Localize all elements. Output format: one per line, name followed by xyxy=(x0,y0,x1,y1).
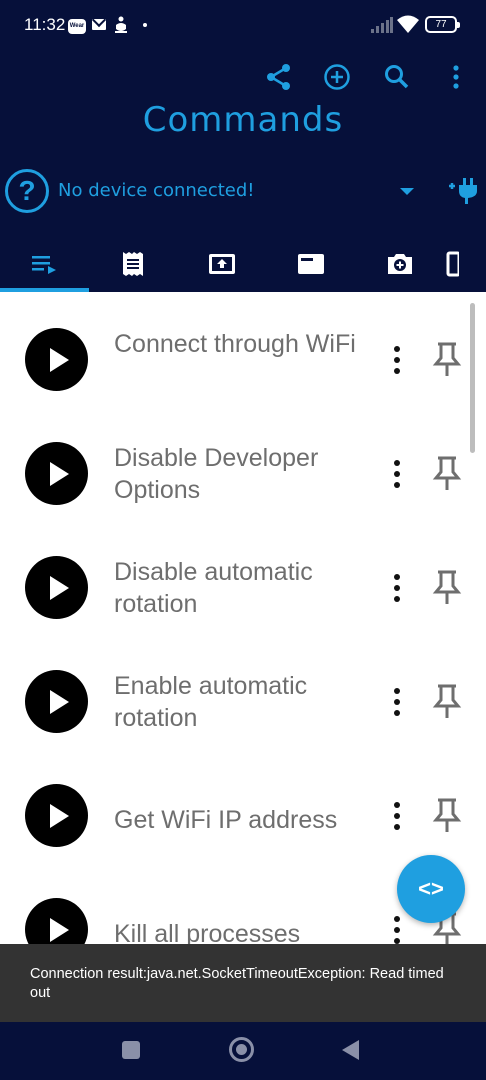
pin-icon[interactable] xyxy=(432,796,462,836)
pin-icon[interactable] xyxy=(432,340,462,380)
tab-logs[interactable] xyxy=(89,236,177,292)
upload-box-icon xyxy=(209,254,235,274)
share-button[interactable] xyxy=(260,58,298,96)
overflow-menu-button[interactable] xyxy=(437,58,475,96)
play-button[interactable] xyxy=(25,670,88,733)
tab-commands[interactable] xyxy=(0,236,88,292)
dropdown-icon xyxy=(400,188,414,195)
code-fab-button[interactable]: <> xyxy=(397,855,465,923)
add-circle-icon xyxy=(324,64,350,90)
tab-frame[interactable] xyxy=(445,236,486,292)
command-label: Get WiFi IP address xyxy=(114,806,338,834)
scrollbar[interactable] xyxy=(470,303,475,453)
command-label: Kill all processes xyxy=(114,920,301,944)
pin-icon[interactable] xyxy=(432,454,462,494)
receipt-icon xyxy=(123,252,143,276)
page-title: Commands xyxy=(142,100,344,140)
home-icon[interactable] xyxy=(229,1037,254,1062)
status-bar: 11:32 Wear 77 xyxy=(0,0,486,50)
command-label: Connect through WiFi xyxy=(114,330,356,358)
list-item[interactable]: Get WiFi IP address xyxy=(0,748,486,862)
list-item[interactable]: Disable Developer Options xyxy=(0,406,486,520)
list-item[interactable]: Disable automatic rotation xyxy=(0,520,486,634)
command-label: Disable Developer Options xyxy=(114,444,319,504)
play-button[interactable] xyxy=(25,784,88,847)
dot-icon xyxy=(143,23,147,27)
command-label: Disable automatic rotation xyxy=(114,558,313,618)
device-status: No device connected! xyxy=(58,180,255,201)
more-vert-icon[interactable] xyxy=(386,454,408,494)
device-dropdown[interactable] xyxy=(396,182,418,200)
more-vert-icon xyxy=(453,65,459,89)
command-label: Enable automatic rotation xyxy=(114,672,308,732)
tab-upload[interactable] xyxy=(178,236,266,292)
more-vert-icon[interactable] xyxy=(386,796,408,836)
more-vert-icon[interactable] xyxy=(386,910,408,944)
pin-icon[interactable] xyxy=(432,568,462,608)
tab-screenshot[interactable] xyxy=(356,236,444,292)
tab-window[interactable] xyxy=(267,236,355,292)
recents-icon[interactable] xyxy=(122,1041,140,1059)
search-button[interactable] xyxy=(378,58,416,96)
wear-icon: Wear xyxy=(68,19,86,34)
play-button[interactable] xyxy=(25,328,88,391)
tab-bar xyxy=(0,236,486,292)
system-nav-bar xyxy=(0,1022,486,1080)
add-command-button[interactable] xyxy=(318,58,356,96)
status-time: 11:32 xyxy=(24,15,66,34)
robot-icon xyxy=(114,16,128,34)
frame-icon xyxy=(446,251,459,277)
play-button[interactable] xyxy=(25,442,88,505)
more-vert-icon[interactable] xyxy=(386,682,408,722)
signal-icon xyxy=(371,17,393,33)
list-item[interactable]: Enable automatic rotation xyxy=(0,634,486,748)
list-item[interactable]: Connect through WiFi xyxy=(0,292,486,406)
connect-device-button[interactable] xyxy=(446,174,478,206)
snackbar-message: Connection result:java.net.SocketTimeout… xyxy=(30,966,444,1001)
camera-plus-icon xyxy=(388,254,412,274)
back-icon[interactable] xyxy=(342,1040,359,1060)
share-icon xyxy=(267,64,290,90)
help-icon[interactable]: ? xyxy=(5,169,49,213)
code-icon: <> xyxy=(418,876,444,901)
mail-icon xyxy=(92,19,106,30)
pin-icon[interactable] xyxy=(432,682,462,722)
snackbar: Connection result:java.net.SocketTimeout… xyxy=(0,944,486,1022)
playlist-icon xyxy=(32,256,56,274)
window-icon xyxy=(298,254,324,274)
wifi-icon xyxy=(397,14,419,34)
more-vert-icon[interactable] xyxy=(386,568,408,608)
plug-icon xyxy=(449,178,477,204)
more-vert-icon[interactable] xyxy=(386,340,408,380)
play-button[interactable] xyxy=(25,898,88,944)
battery-icon: 77 xyxy=(425,16,460,33)
play-button[interactable] xyxy=(25,556,88,619)
command-list: Connect through WiFi Disable Developer O… xyxy=(0,292,486,944)
search-icon xyxy=(385,65,409,89)
